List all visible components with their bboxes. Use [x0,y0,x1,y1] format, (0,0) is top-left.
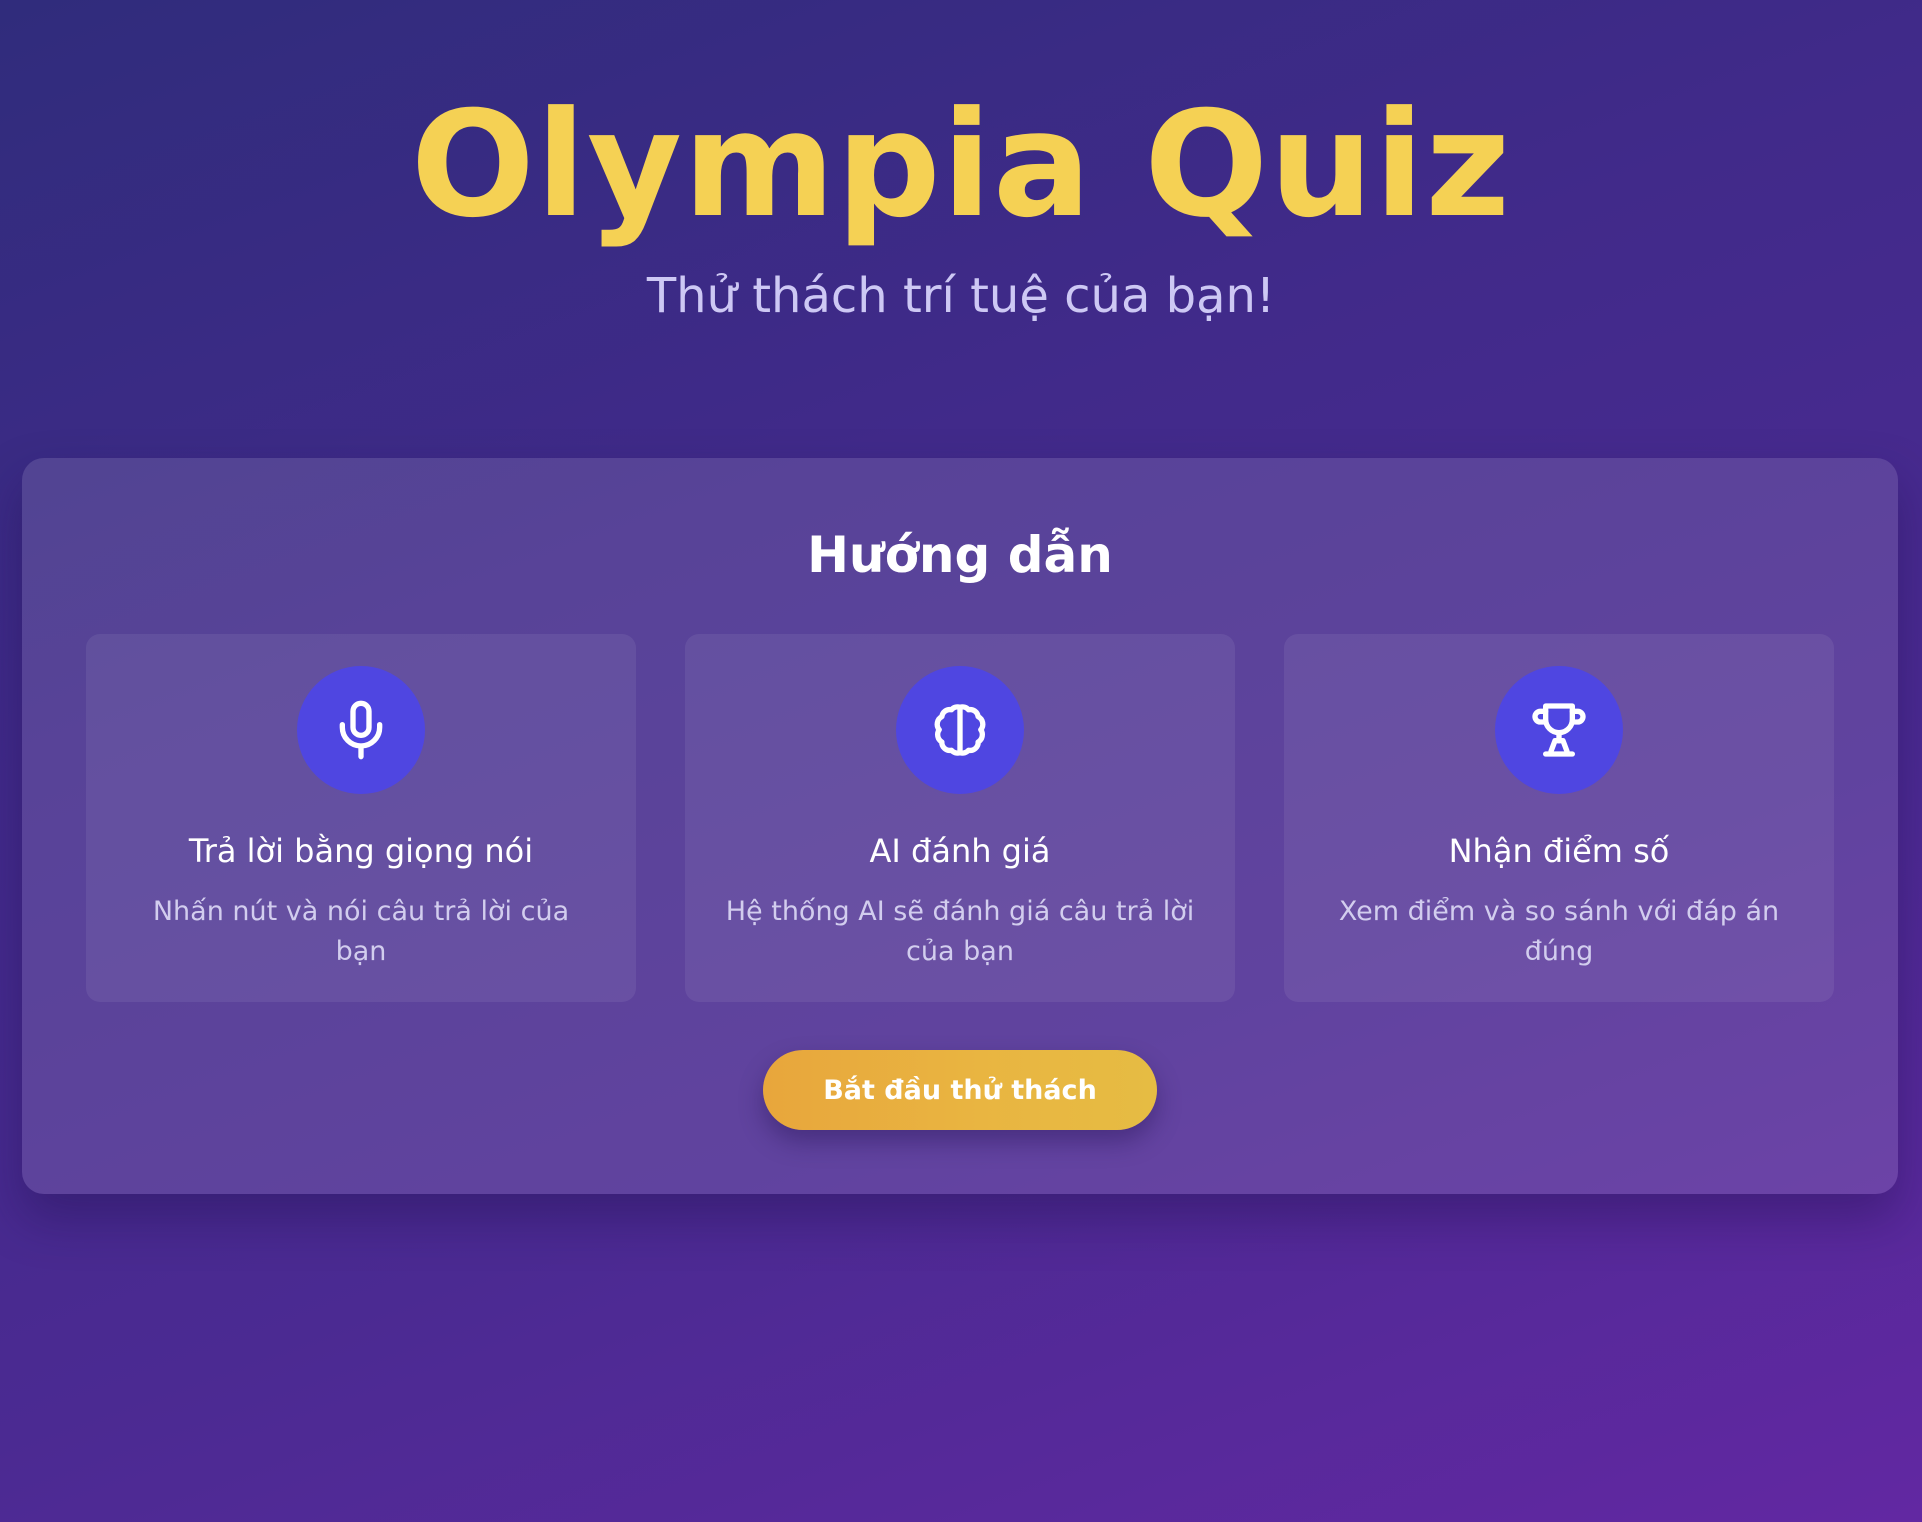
trophy-icon [1495,666,1623,794]
instruction-card-score: Nhận điểm số Xem điểm và so sánh với đáp… [1284,634,1834,1002]
start-challenge-button[interactable]: Bắt đầu thử thách [763,1050,1157,1130]
brain-icon [896,666,1024,794]
instruction-card-voice: Trả lời bằng giọng nói Nhấn nút và nói c… [86,634,636,1002]
card-description: Xem điểm và so sánh với đáp án đúng [1338,896,1780,967]
app-title: Olympia Quiz [410,80,1512,250]
card-description: Hệ thống AI sẽ đánh giá câu trả lời của … [725,896,1195,967]
card-title: Nhận điểm số [1448,832,1670,870]
instruction-card-ai: AI đánh giá Hệ thống AI sẽ đánh giá câu … [685,634,1235,1002]
instructions-title: Hướng dẫn [807,526,1113,584]
app-subtitle: Thử thách trí tuệ của bạn! [646,268,1276,324]
instructions-panel: Hướng dẫn Trả lời bằng giọng nói Nhấn nú… [22,458,1898,1194]
microphone-icon [297,666,425,794]
card-description: Nhấn nút và nói câu trả lời của bạn [152,896,570,967]
card-title: Trả lời bằng giọng nói [188,832,534,870]
card-title: AI đánh giá [869,832,1051,870]
